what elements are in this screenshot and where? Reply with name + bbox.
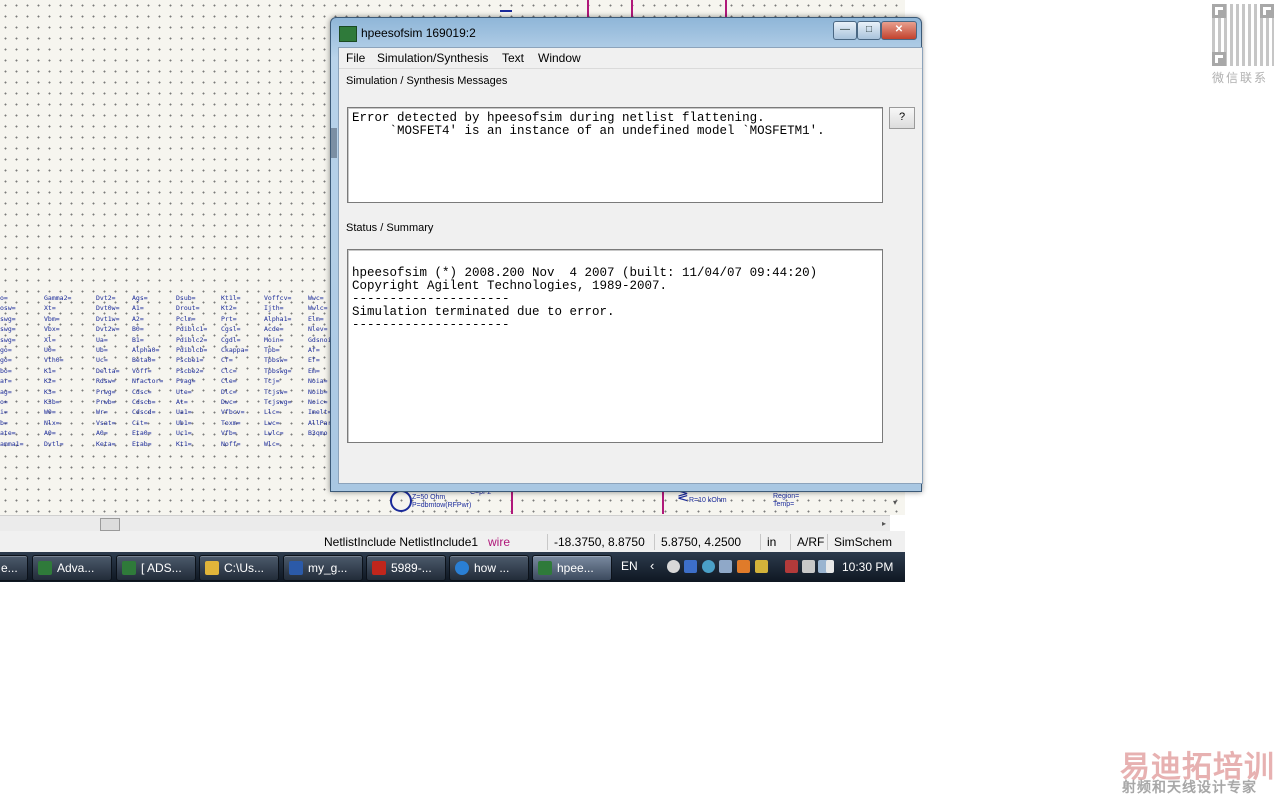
ads-app-icon [122, 561, 136, 575]
param-column: Gamma2= Xt= Vbm= Vbx= Xl= U0= Vth0= K1= … [44, 294, 72, 448]
status-schematic-type: SimSchem [827, 534, 892, 550]
language-indicator[interactable]: EN [621, 559, 638, 573]
taskbar-button[interactable]: Adva... [32, 555, 112, 581]
wire [587, 0, 589, 18]
qr-caption: 微信联系 [1212, 71, 1269, 85]
tray-app-icon[interactable] [785, 560, 798, 573]
close-button[interactable]: ✕ [881, 21, 917, 40]
status-units: in [760, 534, 776, 550]
menu-bar: File Simulation/Synthesis Text Window [339, 48, 922, 69]
status-bar: NetlistInclude NetlistInclude1 wire -18.… [0, 531, 905, 552]
action-center-icon[interactable] [802, 560, 815, 573]
status-cursor-coords: -18.3750, 8.8750 [547, 534, 645, 550]
status-summary-group-label: Status / Summary [346, 222, 434, 234]
tray-app-icon[interactable] [755, 560, 768, 573]
param-column: Kt1l= Kt2= Prt= Cgsl= Cgdl= Ckappa= Cf= … [221, 294, 249, 448]
pdf-icon [372, 561, 386, 575]
taskbar-button[interactable]: how ... [449, 555, 529, 581]
menu-text[interactable]: Text [502, 51, 524, 65]
windows-taskbar: e... Adva... [ ADS... C:\Us... my_g... 5… [0, 552, 905, 582]
status-library: A/RF [790, 534, 824, 550]
status-delta-coords: 5.8750, 4.2500 [654, 534, 741, 550]
tray-app-icon[interactable] [667, 560, 680, 573]
resistor-params: R=10 kOhm [689, 497, 727, 504]
scroll-right-arrow-icon[interactable]: ▸ [882, 516, 886, 532]
ads-app-icon [538, 561, 552, 575]
maximize-button[interactable]: □ [857, 21, 881, 40]
param-column: Ags= A1= A2= B0= B1= Alpha0= Beta0= Voff… [132, 294, 164, 448]
messages-group-label: Simulation / Synthesis Messages [346, 75, 508, 87]
param-column: Dvt2= Dvt0w= Dvt1w= Dvt2w= Ua= Ub= Uc= D… [96, 294, 120, 448]
param-column: Voffcv= Ijth= Alpha1= Acde= Moin= Tpb= T… [264, 294, 292, 448]
tray-app-icon[interactable] [684, 560, 697, 573]
status-selection: NetlistInclude NetlistInclude1 [324, 535, 479, 549]
param-column: Dsub= Drout= Pclm= Pdiblc1= Pdiblc2= Pdi… [176, 294, 208, 448]
taskbar-button[interactable]: [ ADS... [116, 555, 196, 581]
status-summary-textbox[interactable]: hpeesofsim (*) 2008.200 Nov 4 2007 (buil… [347, 249, 883, 443]
scroll-down-arrow-icon[interactable]: ▾ [893, 498, 897, 507]
port-source-symbol [390, 490, 412, 512]
scrollbar-thumb[interactable] [100, 518, 120, 531]
help-button[interactable]: ? [889, 107, 915, 129]
taskbar-button[interactable]: my_g... [283, 555, 363, 581]
taskbar-button-active[interactable]: hpee... [532, 555, 612, 581]
window-title: hpeesofsim 169019:2 [361, 26, 476, 40]
window-client-area: File Simulation/Synthesis Text Window Si… [338, 47, 923, 484]
word-document-icon [289, 561, 303, 575]
clock[interactable]: 10:30 PM [842, 560, 893, 574]
param-column: o= osw= swg= swg= swg= go= go= bo= ar= a… [0, 294, 24, 448]
menu-simulation-synthesis[interactable]: Simulation/Synthesis [377, 51, 488, 65]
window-left-edge [331, 128, 337, 158]
watermark-subtitle: 射频和天线设计专家 [1122, 779, 1257, 795]
tray-app-icon[interactable] [719, 560, 732, 573]
menu-window[interactable]: Window [538, 51, 581, 65]
taskbar-button[interactable]: 5989-... [366, 555, 446, 581]
taskbar-button[interactable]: C:\Us... [199, 555, 279, 581]
menu-file[interactable]: File [346, 51, 365, 65]
wire [725, 0, 727, 18]
internet-explorer-icon [455, 561, 469, 575]
hpeesofsim-window: hpeesofsim 169019:2 — □ ✕ File Simulatio… [330, 17, 923, 492]
tray-app-icon[interactable] [737, 560, 750, 573]
minimize-button[interactable]: — [833, 21, 857, 40]
ads-app-icon [38, 561, 52, 575]
wire [631, 0, 633, 18]
status-mode: wire [488, 535, 511, 549]
taskbar-button[interactable]: e... [0, 555, 28, 581]
volume-icon[interactable] [826, 560, 834, 573]
wire [511, 490, 513, 514]
mosfet-region-params: Region= Temp= [773, 493, 800, 508]
wire [662, 490, 664, 514]
horizontal-scrollbar[interactable]: ▸ [0, 515, 890, 532]
tray-app-icon[interactable] [702, 560, 715, 573]
app-icon [339, 26, 357, 42]
messages-textbox[interactable]: Error detected by hpeesofsim during netl… [347, 107, 883, 203]
qr-code-image [1212, 4, 1274, 66]
port-source-params: Z=50 Ohm P=dbmtow(RFPwr) [412, 494, 472, 509]
folder-icon [205, 561, 219, 575]
show-hidden-icons-chevron-icon[interactable]: ‹ [650, 558, 654, 573]
